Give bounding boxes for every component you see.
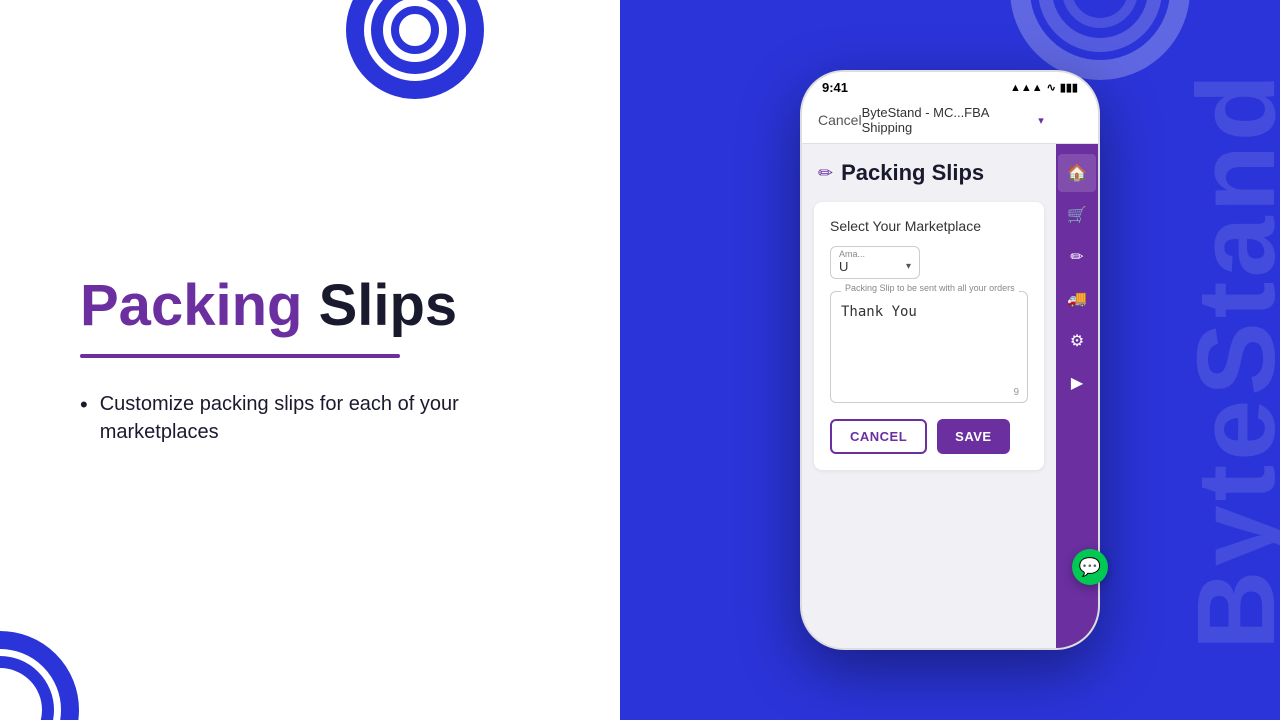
phone-main: ✏ Packing Slips Select Your Marketplace … [802, 144, 1056, 648]
marketplace-section-label: Select Your Marketplace [830, 218, 1028, 234]
sidebar-cart-icon[interactable]: 🛒 [1058, 196, 1096, 234]
phone-content: ✏ Packing Slips Select Your Marketplace … [802, 144, 1098, 648]
page-title: Packing Slips [80, 274, 560, 338]
phone-frame: 9:41 ▲▲▲ ∿ ▮▮▮ Cancel ByteStand - MC...F… [800, 70, 1100, 650]
bullet-list: Customize packing slips for each of your… [80, 390, 560, 446]
deco-circles-bottom [0, 610, 110, 720]
dropdown-selected-value: U [839, 259, 848, 274]
battery-icon: ▮▮▮ [1060, 81, 1078, 94]
cancel-button[interactable]: CANCEL [830, 419, 927, 454]
char-count: 9 [831, 387, 1027, 402]
dropdown-arrow-icon: ▾ [906, 261, 911, 272]
status-icons: ▲▲▲ ∿ ▮▮▮ [1010, 81, 1078, 94]
packing-slip-textarea[interactable] [831, 292, 1027, 382]
packing-slip-textarea-wrapper: Packing Slip to be sent with all your or… [830, 291, 1028, 403]
dropdown-label: Ama... [839, 249, 865, 259]
phone-mockup: 9:41 ▲▲▲ ∿ ▮▮▮ Cancel ByteStand - MC...F… [800, 70, 1100, 650]
bullet-item-1: Customize packing slips for each of your… [80, 390, 560, 446]
right-panel: ByteStand 9:41 ▲▲▲ ∿ ▮▮▮ Cancel ByteStan… [620, 0, 1280, 720]
chat-bubble-button[interactable]: 💬 [1072, 549, 1108, 585]
bytestand-watermark: ByteStand [1173, 70, 1280, 650]
status-bar: 9:41 ▲▲▲ ∿ ▮▮▮ [802, 72, 1098, 99]
signal-icon: ▲▲▲ [1010, 82, 1043, 94]
sidebar-edit-icon[interactable]: ✏ [1058, 238, 1096, 276]
nav-cancel-button[interactable]: Cancel [818, 112, 862, 128]
title-underline [80, 354, 400, 358]
nav-dropdown-arrow-icon[interactable]: ▾ [1038, 114, 1044, 127]
nav-title: ByteStand - MC...FBA Shipping ▾ [862, 105, 1044, 135]
sidebar-shipping-icon[interactable]: 🚚 [1058, 280, 1096, 318]
sidebar-settings-icon[interactable]: ⚙ [1058, 322, 1096, 360]
main-card: Select Your Marketplace Ama... U ▾ Packi… [814, 202, 1044, 470]
left-panel: Packing Slips Customize packing slips fo… [0, 0, 620, 720]
sidebar-play-icon[interactable]: ▶ [1058, 364, 1096, 402]
wifi-icon: ∿ [1047, 81, 1056, 94]
textarea-label: Packing Slip to be sent with all your or… [841, 283, 1019, 293]
marketplace-dropdown[interactable]: Ama... U ▾ [830, 246, 920, 279]
nav-bar: Cancel ByteStand - MC...FBA Shipping ▾ [802, 99, 1098, 144]
nav-title-text: ByteStand - MC...FBA Shipping [862, 105, 1035, 135]
deco-circles-top [320, 0, 510, 120]
sidebar-home-icon[interactable]: 🏠 [1058, 154, 1096, 192]
status-time: 9:41 [822, 80, 848, 95]
save-button[interactable]: SAVE [937, 419, 1009, 454]
pencil-icon: ✏ [818, 163, 833, 184]
page-header: ✏ Packing Slips [802, 144, 1056, 194]
packing-slips-title: Packing Slips [841, 160, 984, 186]
action-buttons: CANCEL SAVE [830, 419, 1028, 454]
